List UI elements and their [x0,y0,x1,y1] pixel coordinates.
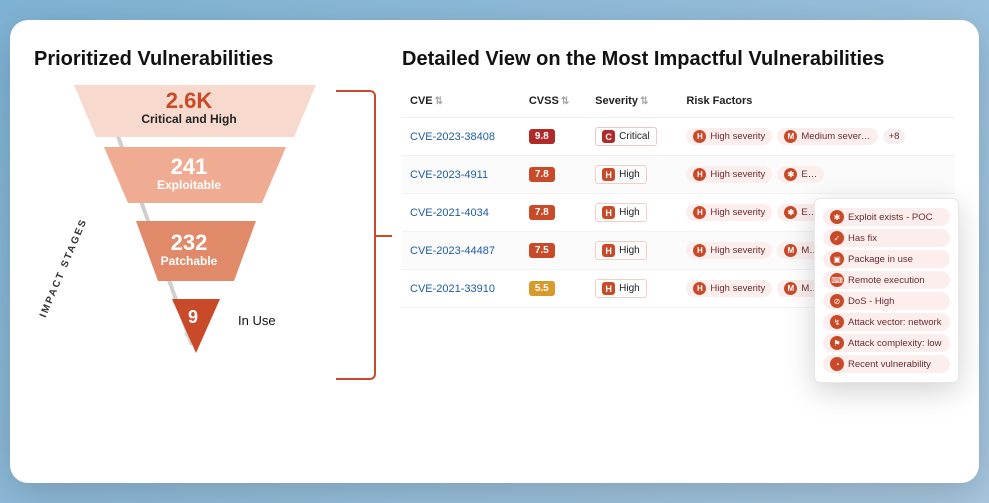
cve-link[interactable]: CVE-2023-44487 [410,245,495,257]
funnel-chart: 2.6K Critical and High 241 Exploitable 2… [34,85,344,425]
risk-factor-pill[interactable]: HHigh severity [686,280,772,297]
cvss-badge: 9.8 [529,129,555,144]
popover-item[interactable]: ✱ Exploit exists - POC [823,208,950,226]
risk-factor-pill[interactable]: MMedium sever… [777,128,877,145]
stage1-value: 2.6K [34,89,344,112]
risk-factor-pill[interactable]: HHigh severity [686,242,772,259]
right-panel: Detailed View on the Most Impactful Vuln… [354,48,955,465]
more-badge[interactable]: +8 [883,129,906,144]
stage4-label: In Use [238,313,276,328]
left-panel: Prioritized Vulnerabilities 2.6K Critica… [34,48,344,465]
cve-link[interactable]: CVE-2021-33910 [410,283,495,295]
cvss-badge: 5.5 [529,281,555,296]
col-cve-label: CVE [410,95,433,107]
table-row[interactable]: CVE-2023-38408 9.8 C Critical HHigh seve… [402,118,955,156]
popover-item[interactable]: ▣ Package in use [823,250,950,268]
popover-item[interactable]: ✓ Has fix [823,229,950,247]
risk-icon: ⌨ [830,273,844,287]
popover-item-label: Exploit exists - POC [848,212,932,223]
cve-link[interactable]: CVE-2023-4911 [410,169,488,181]
cve-link[interactable]: CVE-2021-4034 [410,207,489,219]
col-cve[interactable]: CVE⇅ [402,85,521,118]
risk-factor-pill[interactable]: ✱E… [777,166,824,183]
right-title: Detailed View on the Most Impactful Vuln… [402,48,955,71]
risk-icon: ◔ [830,357,844,371]
severity-badge: H High [595,203,647,222]
cvss-badge: 7.8 [529,205,555,220]
col-risk-label: Risk Factors [686,95,752,107]
funnel-stage-2: 241 Exploitable [34,155,344,192]
risk-factor-pill[interactable]: HHigh severity [686,166,772,183]
risk-factor-pill[interactable]: HHigh severity [686,128,772,145]
severity-badge: C Critical [595,127,657,146]
stage1-label: Critical and High [34,112,344,126]
risk-icon: ↯ [830,315,844,329]
severity-badge: H High [595,279,647,298]
severity-badge: H High [595,165,647,184]
popover-item-label: Recent vulnerability [848,359,931,370]
left-title: Prioritized Vulnerabilities [34,48,344,71]
sort-icon: ⇅ [435,96,443,107]
popover-item[interactable]: ⌨ Remote execution [823,271,950,289]
risk-icon: ✓ [830,231,844,245]
popover-item[interactable]: ◔ Recent vulnerability [823,355,950,373]
dashboard-card: Prioritized Vulnerabilities 2.6K Critica… [10,20,979,483]
risk-icon: ⚑ [830,336,844,350]
sort-icon: ⇅ [640,96,648,107]
cve-link[interactable]: CVE-2023-38408 [410,131,495,143]
col-risk: Risk Factors [678,85,955,118]
risk-icon: ⊘ [830,294,844,308]
popover-item[interactable]: ⚑ Attack complexity: low [823,334,950,352]
popover-item-label: Attack complexity: low [848,338,941,349]
cvss-badge: 7.8 [529,167,555,182]
popover-item-label: Remote execution [848,275,925,286]
risk-factor-pill[interactable]: HHigh severity [686,204,772,221]
stage2-value: 241 [34,155,344,178]
severity-badge: H High [595,241,647,260]
popover-item-label: Package in use [848,254,913,265]
col-cvss-label: CVSS [529,95,559,107]
popover-item-label: DoS - High [848,296,894,307]
funnel-stage-1: 2.6K Critical and High [34,89,344,126]
risk-factors-popover: ✱ Exploit exists - POC ✓ Has fix ▣ Package in… [814,198,959,383]
table-row[interactable]: CVE-2023-4911 7.8 H High HHigh severity … [402,156,955,194]
risk-icon: ✱ [830,210,844,224]
col-severity-label: Severity [595,95,638,107]
popover-item[interactable]: ⊘ DoS - High [823,292,950,310]
risk-icon: ▣ [830,252,844,266]
cvss-badge: 7.5 [529,243,555,258]
popover-item-label: Has fix [848,233,877,244]
col-cvss[interactable]: CVSS⇅ [521,85,587,118]
stage3-label: Patchable [34,254,344,268]
sort-icon: ⇅ [561,96,569,107]
col-severity[interactable]: Severity⇅ [587,85,678,118]
stage4-value: 9 [188,307,198,328]
stage2-label: Exploitable [34,178,344,192]
popover-item-label: Attack vector: network [848,317,941,328]
popover-item[interactable]: ↯ Attack vector: network [823,313,950,331]
